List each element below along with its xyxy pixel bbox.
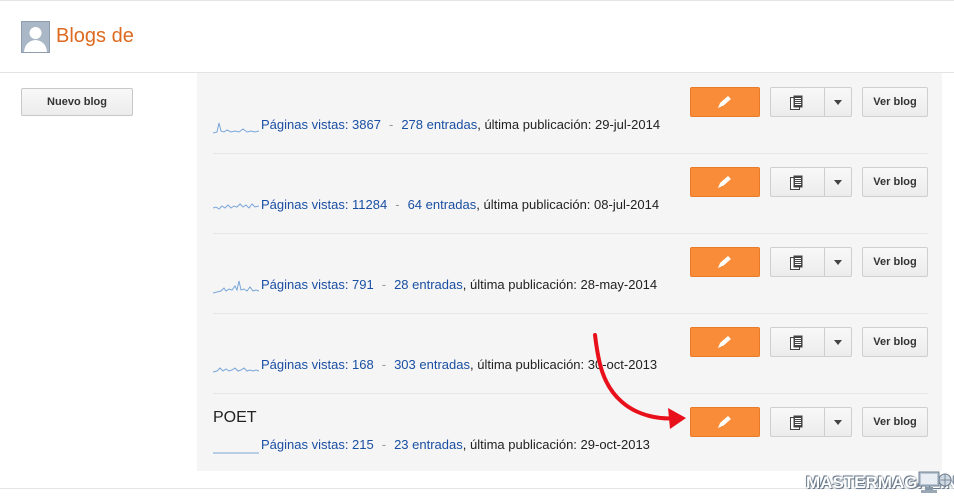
posts-list-icon	[790, 335, 803, 350]
caret-down-icon	[834, 340, 842, 345]
posts-link[interactable]: 278 entradas	[401, 117, 477, 132]
view-blog-button[interactable]: Ver blog	[862, 167, 928, 197]
pencil-icon	[718, 96, 731, 108]
posts-list-button[interactable]	[770, 87, 824, 117]
pencil-icon	[718, 176, 731, 188]
pageviews-link[interactable]: Páginas vistas: 791	[261, 277, 374, 292]
caret-down-icon	[834, 180, 842, 185]
page-title: Blogs de	[56, 25, 134, 47]
pageviews-sparkline	[213, 452, 259, 454]
last-post-text: , última publicación: 28-may-2014	[462, 277, 658, 292]
separator: -	[381, 437, 387, 452]
posts-list-icon	[790, 95, 803, 110]
pageviews-sparkline	[213, 203, 259, 210]
view-blog-button[interactable]: Ver blog	[862, 87, 928, 117]
posts-link[interactable]: 64 entradas	[408, 197, 477, 212]
last-post-text: , última publicación: 08-jul-2014	[476, 197, 660, 212]
pencil-icon	[718, 256, 731, 268]
view-blog-button[interactable]: Ver blog	[862, 247, 928, 277]
blog-row: Páginas vistas: 791-28 entradas, última …	[213, 233, 928, 314]
pageviews-link[interactable]: Páginas vistas: 11284	[261, 197, 387, 212]
posts-link[interactable]: 303 entradas	[394, 357, 470, 372]
annotation-arrow-icon	[593, 333, 686, 429]
blog-row: Páginas vistas: 11284-64 entradas, últim…	[213, 153, 928, 234]
blog-list: Páginas vistas: 3867-278 entradas, últim…	[197, 73, 942, 471]
posts-list-icon	[790, 415, 803, 430]
profile-avatar-icon[interactable]	[21, 21, 50, 53]
pageviews-link[interactable]: Páginas vistas: 3867	[261, 117, 381, 132]
blog-row: Páginas vistas: 168-303 entradas, última…	[213, 313, 928, 394]
view-blog-button[interactable]: Ver blog	[862, 327, 928, 357]
computer-globe-icon	[918, 471, 952, 493]
separator: -	[388, 117, 394, 132]
caret-down-icon	[834, 260, 842, 265]
posts-list-button[interactable]	[770, 247, 824, 277]
blog-row: POET Páginas vistas: 215-23 entradas, úl…	[213, 393, 928, 473]
caret-down-icon	[834, 100, 842, 105]
new-post-button[interactable]	[690, 327, 760, 357]
pencil-icon	[718, 416, 731, 428]
new-post-button[interactable]	[690, 87, 760, 117]
pencil-icon	[718, 336, 731, 348]
more-options-dropdown[interactable]	[824, 167, 852, 197]
posts-link[interactable]: 28 entradas	[394, 277, 463, 292]
view-blog-button[interactable]: Ver blog	[862, 407, 928, 437]
new-blog-button[interactable]: Nuevo blog	[21, 88, 133, 116]
page-header: Blogs de	[0, 1, 954, 73]
separator: -	[381, 277, 387, 292]
more-options-dropdown[interactable]	[824, 87, 852, 117]
pageviews-sparkline	[213, 280, 259, 294]
pageviews-link[interactable]: Páginas vistas: 215	[261, 437, 374, 452]
caret-down-icon	[834, 420, 842, 425]
posts-list-icon	[790, 175, 803, 190]
posts-list-icon	[790, 255, 803, 270]
pageviews-sparkline	[213, 122, 259, 134]
new-post-button[interactable]	[690, 407, 760, 437]
posts-list-button[interactable]	[770, 167, 824, 197]
blog-row: Páginas vistas: 3867-278 entradas, últim…	[213, 73, 928, 154]
more-options-dropdown[interactable]	[824, 407, 852, 437]
separator: -	[381, 357, 387, 372]
blog-title[interactable]: POET	[213, 409, 257, 427]
pageviews-link[interactable]: Páginas vistas: 168	[261, 357, 374, 372]
separator: -	[395, 197, 400, 212]
posts-list-button[interactable]	[770, 407, 824, 437]
more-options-dropdown[interactable]	[824, 247, 852, 277]
new-post-button[interactable]	[690, 167, 760, 197]
new-post-button[interactable]	[690, 247, 760, 277]
pageviews-sparkline	[213, 367, 259, 373]
more-options-dropdown[interactable]	[824, 327, 852, 357]
posts-list-button[interactable]	[770, 327, 824, 357]
posts-link[interactable]: 23 entradas	[394, 437, 463, 452]
last-post-text: , última publicación: 29-jul-2014	[477, 117, 661, 132]
